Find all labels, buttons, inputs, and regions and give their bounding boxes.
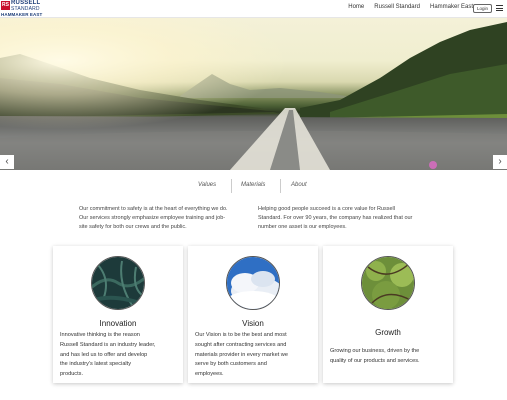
card-title: Vision bbox=[242, 319, 264, 328]
tab-materials[interactable]: Materials bbox=[241, 182, 265, 188]
card-description: Growing our business, driven by the qual… bbox=[330, 348, 420, 364]
hamburger-icon[interactable] bbox=[496, 5, 503, 11]
carousel-prev-button[interactable]: ‹ bbox=[0, 155, 14, 169]
nav-russell-standard-link[interactable]: Russell Standard bbox=[374, 4, 420, 10]
carousel-next-button[interactable]: › bbox=[493, 155, 507, 169]
card-growth: Growth Growing our business, driven by t… bbox=[323, 246, 453, 383]
card-title: Innovation bbox=[99, 319, 137, 328]
card-description: Innovative thinking is the reason Russel… bbox=[60, 332, 156, 378]
card-description: Our Vision is to be the best and most so… bbox=[195, 332, 288, 378]
card-innovation: Innovation Innovative thinking is the re… bbox=[53, 246, 183, 383]
tab-about[interactable]: About bbox=[291, 182, 307, 188]
logo-mark: RS bbox=[1, 1, 10, 10]
content-tabs: Values Materials About bbox=[182, 179, 332, 194]
tab-divider bbox=[231, 179, 232, 193]
intro-safety-text: Our commitment to safety is at the heart… bbox=[79, 206, 228, 230]
intro-people-text: Helping good people succeed is a core va… bbox=[258, 206, 413, 230]
login-button[interactable]: Login bbox=[473, 4, 492, 13]
tab-values[interactable]: Values bbox=[198, 182, 216, 188]
logo-line-3: HAMMAKER EAST bbox=[1, 12, 43, 17]
main-nav: Home Russell Standard Hammaker East bbox=[338, 4, 473, 10]
nav-hammaker-east-link[interactable]: Hammaker East bbox=[430, 4, 473, 10]
card-vision: Vision Our Vision is to be the best and … bbox=[188, 246, 318, 383]
road-landscape-image bbox=[0, 18, 507, 170]
growth-image bbox=[361, 256, 415, 310]
company-logo[interactable]: RS RUSSELL STANDARD HAMMAKER EAST bbox=[1, 0, 45, 17]
nav-home-link[interactable]: Home bbox=[348, 4, 364, 10]
innovation-image bbox=[91, 256, 145, 310]
card-title: Growth bbox=[375, 328, 401, 337]
tab-divider bbox=[280, 179, 281, 193]
hero-banner: ‹ › bbox=[0, 18, 507, 170]
site-header: RS RUSSELL STANDARD HAMMAKER EAST Home R… bbox=[0, 0, 507, 18]
vision-image bbox=[226, 256, 280, 310]
